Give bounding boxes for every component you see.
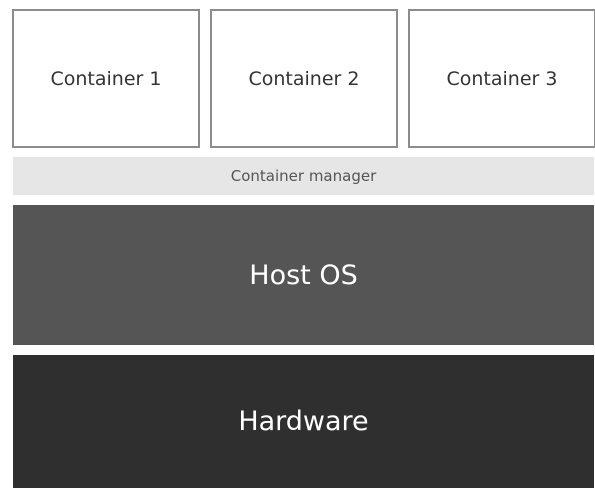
container-manager-label: Container manager [230, 167, 377, 185]
hardware-layer: Hardware [13, 355, 594, 488]
container-3-label: Container 3 [446, 67, 558, 90]
container-1-label: Container 1 [50, 67, 162, 90]
container-3-box: Container 3 [408, 9, 595, 148]
host-os-layer: Host OS [13, 205, 594, 345]
host-os-label: Host OS [249, 259, 358, 291]
hardware-label: Hardware [238, 406, 369, 437]
container-manager-layer: Container manager [13, 157, 594, 195]
container-2-label: Container 2 [248, 67, 360, 90]
container-2-box: Container 2 [210, 9, 398, 148]
container-1-box: Container 1 [12, 9, 200, 148]
